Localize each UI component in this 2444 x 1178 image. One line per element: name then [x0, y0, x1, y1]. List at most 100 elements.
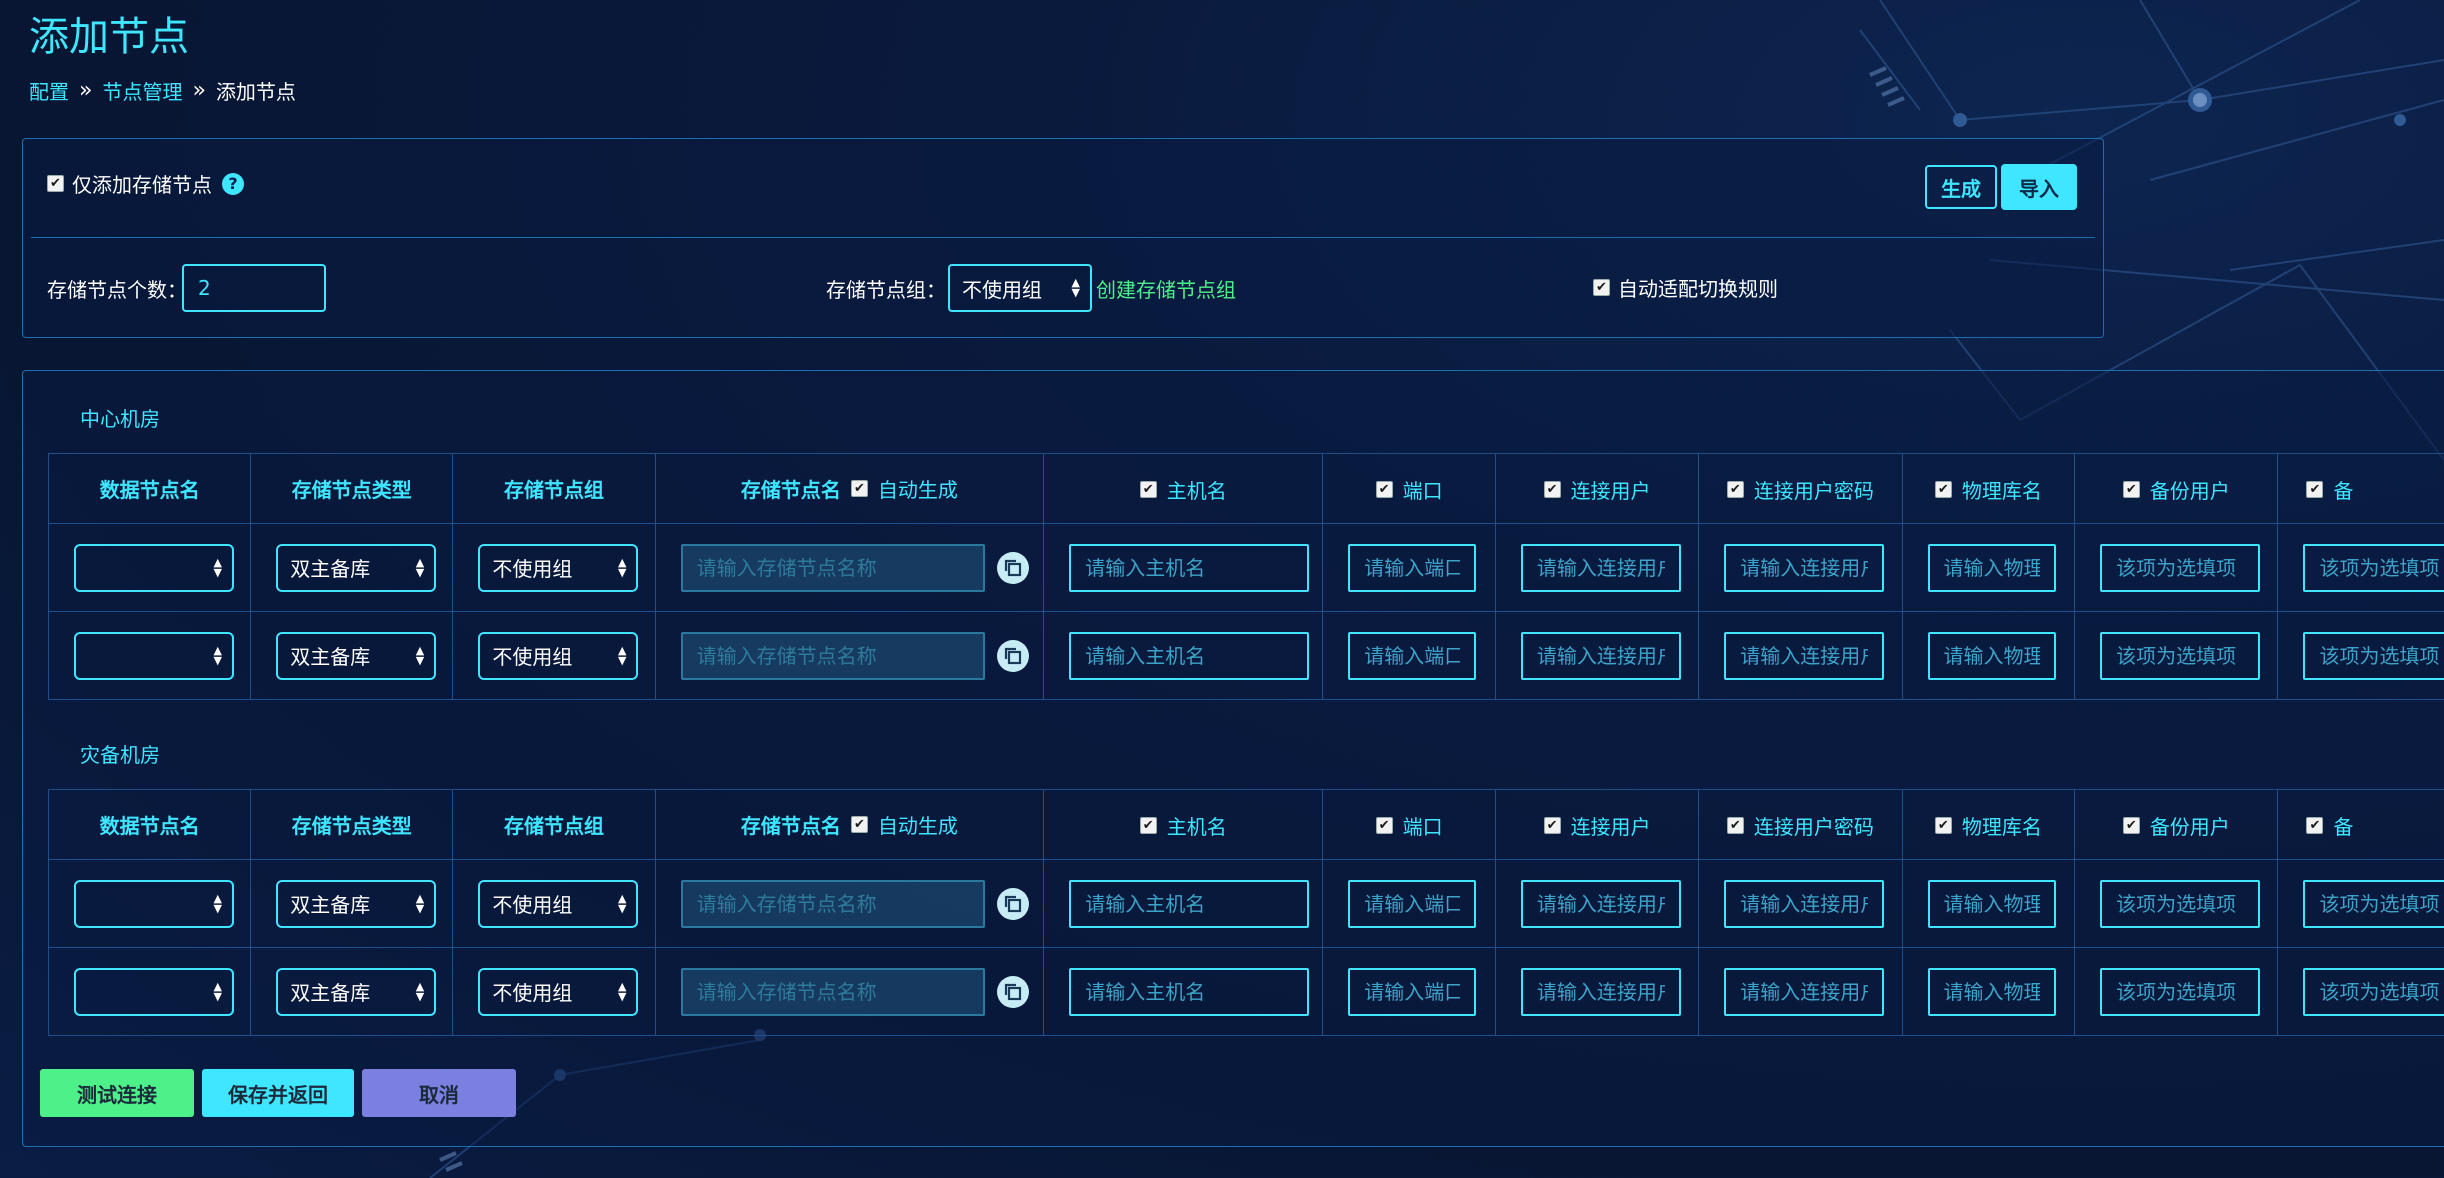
- backup-password-input[interactable]: [2303, 879, 2444, 928]
- select-arrows-icon: ▲ ▼: [415, 555, 425, 579]
- hostname-input[interactable]: [1069, 631, 1310, 680]
- node-type-select[interactable]: 双主备库 ▲ ▼: [276, 879, 437, 928]
- table-row: ▲ ▼ 双主备库 ▲ ▼ 不使用组 ▲ ▼: [47, 947, 2444, 1036]
- hostname-input[interactable]: [1069, 879, 1310, 928]
- cancel-button[interactable]: 取消: [362, 1069, 516, 1117]
- select-arrows-icon: ▲ ▼: [213, 979, 222, 1003]
- only-storage-option: ✔ 仅添加存储节点 ?: [47, 169, 244, 198]
- data-node-select[interactable]: ▲ ▼: [74, 543, 234, 592]
- conn-password-input[interactable]: [1724, 879, 1885, 928]
- backup-user-input[interactable]: [2100, 543, 2261, 592]
- only-storage-checkbox[interactable]: ✔: [47, 175, 64, 192]
- backup-password-input[interactable]: [2303, 543, 2444, 592]
- node-type-select[interactable]: 双主备库 ▲ ▼: [276, 631, 437, 680]
- select-arrows-icon: ▲ ▼: [617, 555, 627, 579]
- storage-node-name-input[interactable]: [680, 631, 985, 680]
- import-button[interactable]: 导入: [2001, 164, 2077, 210]
- select-arrows-icon: ▲ ▼: [415, 979, 425, 1003]
- auto-switch-checkbox[interactable]: ✔: [1593, 279, 1610, 296]
- conn-password-input[interactable]: [1724, 543, 1885, 592]
- port-checkbox[interactable]: ✔: [1375, 480, 1393, 498]
- physical-db-checkbox[interactable]: ✔: [1934, 480, 1952, 498]
- port-input[interactable]: [1348, 967, 1477, 1016]
- backup-password-checkbox[interactable]: ✔: [2306, 816, 2324, 834]
- data-node-select[interactable]: ▲ ▼: [74, 879, 234, 928]
- backup-user-input[interactable]: [2100, 967, 2261, 1016]
- node-group-select[interactable]: 不使用组 ▲ ▼: [478, 543, 639, 592]
- col-header-port: ✔ 端口: [1322, 789, 1496, 860]
- auto-generate-label: 自动生成: [877, 478, 958, 502]
- conn-password-checkbox[interactable]: ✔: [1726, 816, 1744, 834]
- conn-user-checkbox[interactable]: ✔: [1543, 480, 1561, 498]
- generate-button[interactable]: 生成: [1925, 165, 1997, 209]
- backup-user-checkbox[interactable]: ✔: [2122, 816, 2140, 834]
- col-header-backup-user: ✔ 备份用户: [2074, 453, 2279, 524]
- copy-icon[interactable]: [996, 887, 1029, 920]
- backup-password-input[interactable]: [2303, 631, 2444, 680]
- conn-user-checkbox[interactable]: ✔: [1543, 816, 1561, 834]
- help-icon[interactable]: ?: [222, 172, 244, 195]
- node-group-value: 不使用组: [492, 981, 573, 1005]
- node-type-select[interactable]: 双主备库 ▲ ▼: [276, 967, 437, 1016]
- copy-icon[interactable]: [996, 975, 1029, 1008]
- auto-generate-checkbox[interactable]: ✔: [850, 480, 868, 497]
- select-arrows-icon: ▲ ▼: [213, 555, 222, 579]
- conn-password-checkbox[interactable]: ✔: [1726, 480, 1744, 498]
- port-input[interactable]: [1348, 543, 1477, 592]
- test-connection-button[interactable]: 测试连接: [40, 1069, 194, 1117]
- conn-password-input[interactable]: [1724, 631, 1885, 680]
- storage-node-name-input[interactable]: [680, 967, 985, 1016]
- create-group-link[interactable]: 创建存储节点组: [1096, 274, 1236, 303]
- physical-db-input[interactable]: [1927, 967, 2056, 1016]
- storage-count-input[interactable]: [182, 264, 326, 312]
- storage-node-name-input[interactable]: [680, 879, 985, 928]
- storage-node-name-input[interactable]: [680, 543, 985, 592]
- data-node-select[interactable]: ▲ ▼: [74, 967, 234, 1016]
- conn-user-input[interactable]: [1520, 543, 1681, 592]
- physical-db-checkbox[interactable]: ✔: [1934, 816, 1952, 834]
- data-node-select[interactable]: ▲ ▼: [74, 631, 234, 680]
- save-return-button[interactable]: 保存并返回: [202, 1069, 354, 1117]
- node-group-select[interactable]: 不使用组 ▲ ▼: [478, 967, 639, 1016]
- breadcrumb: 配置 » 节点管理 » 添加节点: [29, 76, 296, 105]
- breadcrumb-config[interactable]: 配置: [29, 76, 69, 105]
- backup-user-input[interactable]: [2100, 879, 2261, 928]
- col-header-conn-password: ✔ 连接用户密码: [1698, 453, 1903, 524]
- copy-icon[interactable]: [996, 551, 1029, 584]
- col-header-hostname: ✔ 主机名: [1043, 789, 1324, 860]
- conn-user-input[interactable]: [1520, 879, 1681, 928]
- col-header-conn-password: ✔ 连接用户密码: [1698, 789, 1903, 860]
- auto-switch-label: 自动适配切换规则: [1618, 277, 1778, 301]
- physical-db-input[interactable]: [1927, 879, 2056, 928]
- conn-password-input[interactable]: [1724, 967, 1885, 1016]
- hostname-checkbox[interactable]: ✔: [1139, 480, 1157, 498]
- physical-db-input[interactable]: [1927, 631, 2056, 680]
- backup-password-input[interactable]: [2303, 967, 2444, 1016]
- port-checkbox[interactable]: ✔: [1375, 816, 1393, 834]
- conn-user-input[interactable]: [1520, 967, 1681, 1016]
- storage-group-select[interactable]: 不使用组 ▲ ▼: [948, 264, 1092, 312]
- hostname-input[interactable]: [1069, 543, 1310, 592]
- col-header-backup-password: ✔ 备: [2277, 453, 2444, 524]
- conn-user-input[interactable]: [1520, 631, 1681, 680]
- chevron-double-right-icon: »: [79, 77, 93, 103]
- breadcrumb-node-management[interactable]: 节点管理: [102, 76, 182, 105]
- copy-icon[interactable]: [996, 639, 1029, 672]
- physical-db-input[interactable]: [1927, 543, 2056, 592]
- node-group-select[interactable]: 不使用组 ▲ ▼: [478, 631, 639, 680]
- select-arrows-icon: ▲ ▼: [617, 979, 627, 1003]
- backup-user-input[interactable]: [2100, 631, 2261, 680]
- port-input[interactable]: [1348, 631, 1477, 680]
- backup-password-checkbox[interactable]: ✔: [2306, 480, 2324, 498]
- storage-count-label: 存储节点个数：: [47, 278, 187, 302]
- col-header-conn-user: ✔ 连接用户: [1494, 453, 1700, 524]
- port-input[interactable]: [1348, 879, 1477, 928]
- table-header-row: 数据节点名 存储节点类型 存储节点组 存储节点名 ✔ 自动生成 ✔ 主机名 ✔ 端口 ✔…: [47, 789, 2444, 860]
- backup-user-checkbox[interactable]: ✔: [2122, 480, 2140, 498]
- hostname-checkbox[interactable]: ✔: [1139, 816, 1157, 834]
- hostname-input[interactable]: [1069, 967, 1310, 1016]
- auto-generate-checkbox[interactable]: ✔: [850, 816, 868, 833]
- node-type-select[interactable]: 双主备库 ▲ ▼: [276, 543, 437, 592]
- node-group-select[interactable]: 不使用组 ▲ ▼: [478, 879, 639, 928]
- section-title-dr: 灾备机房: [80, 743, 160, 767]
